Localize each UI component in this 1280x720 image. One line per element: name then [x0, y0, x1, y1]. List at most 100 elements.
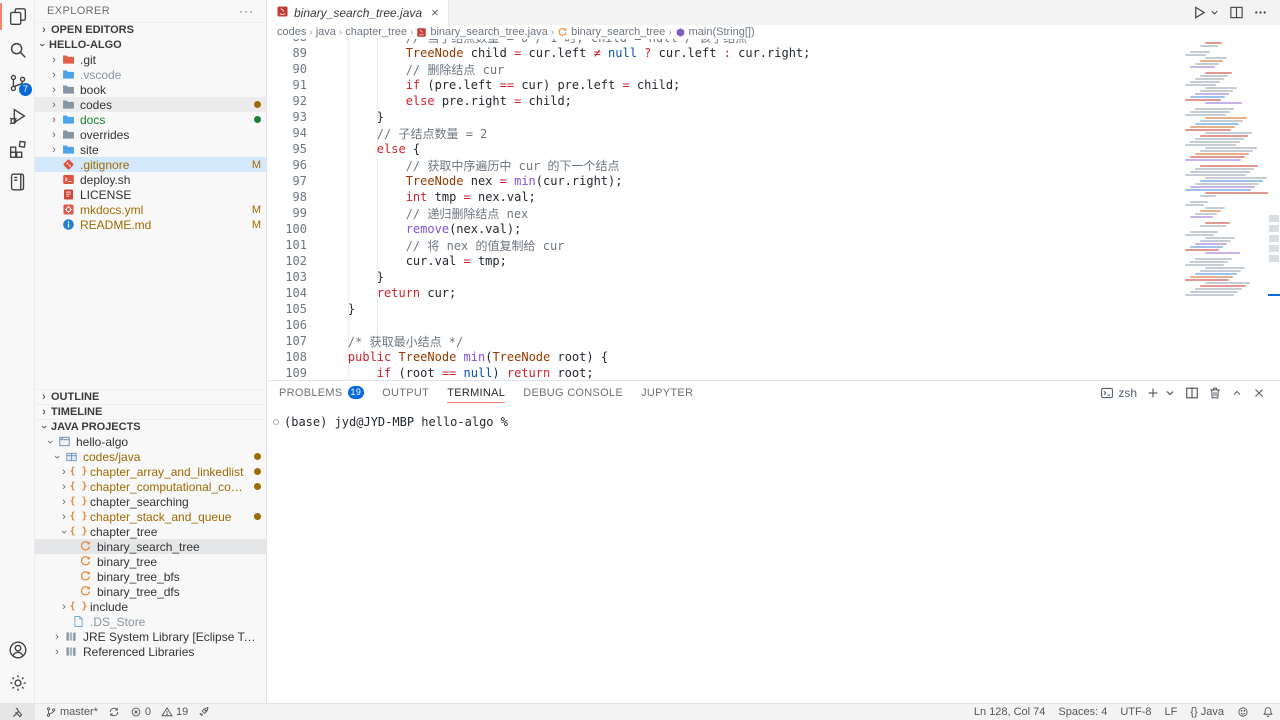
split-editor-button[interactable]	[1229, 5, 1244, 20]
code-text: // 递归删除结点 nex	[319, 205, 528, 222]
activity-bar-settings[interactable]	[0, 666, 35, 699]
outline-header[interactable]: › OUTLINE	[35, 389, 266, 404]
split-terminal-button[interactable]	[1185, 386, 1199, 400]
maximize-panel-button[interactable]	[1231, 387, 1243, 399]
status-label: LF	[1165, 706, 1178, 718]
java-item-hello-algo[interactable]: ›hello-algo	[35, 434, 266, 449]
status-branch[interactable]: master*	[45, 706, 98, 718]
breadcrumb-binary-search-tree[interactable]: binary_search_tree	[557, 26, 665, 38]
run-dropdown-button[interactable]	[1209, 7, 1220, 18]
file--vscode[interactable]: ›.vscode	[35, 67, 266, 82]
breadcrumb-codes[interactable]: codes	[277, 26, 306, 38]
open-editors-header[interactable]: › OPEN EDITORS	[35, 22, 266, 37]
panel-tab-output[interactable]: OUTPUT	[382, 381, 429, 404]
status-feedback[interactable]	[1237, 706, 1249, 718]
close-panel-button[interactable]	[1252, 386, 1266, 400]
class-icon	[78, 540, 93, 554]
java-item-include[interactable]: ›{ }include	[35, 599, 266, 614]
panel-tab-terminal[interactable]: TERMINAL	[447, 381, 505, 404]
line-number: 94	[267, 126, 307, 140]
java-item-chapter-searching[interactable]: ›{ }chapter_searching	[35, 494, 266, 509]
breadcrumb-java[interactable]: java	[316, 26, 336, 38]
more-actions-icon[interactable]: ···	[239, 4, 254, 18]
line-number: 108	[267, 350, 307, 364]
line-number: 88	[267, 39, 307, 44]
java-item-binary-search-tree[interactable]: binary_search_tree	[35, 539, 266, 554]
file-docs[interactable]: ›docs	[35, 112, 266, 127]
file-mkdocs-yml[interactable]: mkdocs.ymlM	[35, 202, 266, 217]
java-item-chapter-stack-and-queue[interactable]: ›{ }chapter_stack_and_queue	[35, 509, 266, 524]
activity-bar-explorer[interactable]	[0, 0, 35, 33]
activity-bar-account[interactable]	[0, 633, 35, 666]
status-notifications[interactable]	[1262, 706, 1274, 718]
file-codes[interactable]: ›codes	[35, 97, 266, 112]
status-language[interactable]: {} Java	[1190, 706, 1224, 718]
panel-tab-label: JUPYTER	[641, 387, 693, 399]
terminal-shell-selector[interactable]: zsh	[1100, 386, 1137, 400]
status-warnings[interactable]: 19	[161, 706, 188, 718]
java-item-chapter-computational-complexity[interactable]: ›{ }chapter_computational_complexity	[35, 479, 266, 494]
breadcrumb-separator: ›	[551, 27, 554, 38]
panel-tab-jupyter[interactable]: JUPYTER	[641, 381, 693, 404]
breadcrumb-main-string-[interactable]: main(String[])	[675, 26, 755, 38]
file--gitignore[interactable]: .gitignoreM	[35, 157, 266, 172]
status-java-mode[interactable]	[198, 706, 210, 718]
java-item-binary-tree[interactable]: binary_tree	[35, 554, 266, 569]
timeline-header[interactable]: › TIMELINE	[35, 404, 266, 419]
modified-dot-badge	[254, 468, 261, 475]
file--git[interactable]: ›.git	[35, 52, 266, 67]
project-root-header[interactable]: › HELLO-ALGO	[35, 37, 266, 52]
terminal-dropdown-button[interactable]	[1164, 387, 1176, 399]
panel-tab-problems[interactable]: PROBLEMS19	[279, 381, 364, 404]
java-item-chapter-tree[interactable]: ›{ }chapter_tree	[35, 524, 266, 539]
java-item-binary-tree-bfs[interactable]: binary_tree_bfs	[35, 569, 266, 584]
chevron-right-icon: ›	[47, 84, 61, 96]
file-site[interactable]: ›site	[35, 142, 266, 157]
panel-tab-debug-console[interactable]: DEBUG CONSOLE	[523, 381, 623, 404]
java-item-chapter-array-and-linkedlist[interactable]: ›{ }chapter_array_and_linkedlist	[35, 464, 266, 479]
status-encoding[interactable]: UTF-8	[1120, 706, 1151, 718]
java-item-binary-tree-dfs[interactable]: binary_tree_dfs	[35, 584, 266, 599]
java-item-referenced-libraries[interactable]: ›Referenced Libraries	[35, 644, 266, 659]
sidebar-title: EXPLORER	[47, 5, 110, 17]
build-tools-indicator[interactable]	[0, 704, 35, 720]
activity-bar-notebook[interactable]	[0, 165, 35, 198]
code-text: // 当子结点数量 = 0 / 1 时, child = null / 该子结点	[319, 39, 747, 46]
line-number: 103	[267, 270, 307, 284]
breadcrumb-chapter-tree[interactable]: chapter_tree	[345, 26, 407, 38]
status-sync[interactable]	[108, 706, 120, 718]
more-actions-button[interactable]	[1253, 5, 1268, 20]
activity-bar-run-debug[interactable]	[0, 99, 35, 132]
code-text: // 子结点数量 = 2	[319, 125, 487, 142]
breadcrumb-label: binary_search_tree	[571, 26, 665, 38]
activity-bar-search[interactable]	[0, 33, 35, 66]
close-icon[interactable]: ×	[431, 5, 439, 20]
status-errors[interactable]: 0	[130, 706, 151, 718]
terminal-content[interactable]: (base) jyd@JYD-MBP hello-algo %	[273, 415, 1280, 429]
activity-bar-extensions[interactable]	[0, 132, 35, 165]
file-readme-md[interactable]: README.mdM	[35, 217, 266, 232]
java-item-jre-system-library-eclipse-temurin-17-17-[interactable]: ›JRE System Library [Eclipse Temurin 17 …	[35, 629, 266, 644]
minimap[interactable]	[1185, 39, 1268, 380]
gear-icon	[7, 672, 29, 694]
tab-binary-search-tree-java[interactable]: binary_search_tree.java ×	[267, 0, 449, 25]
status-indentation[interactable]: Spaces: 4	[1058, 706, 1107, 718]
file-license[interactable]: LICENSE	[35, 187, 266, 202]
java-projects-header[interactable]: › JAVA PROJECTS	[35, 419, 266, 434]
file-book[interactable]: ›book	[35, 82, 266, 97]
new-terminal-button[interactable]	[1146, 386, 1160, 400]
run-button[interactable]	[1192, 5, 1207, 20]
kill-terminal-button[interactable]	[1208, 386, 1222, 400]
java-item--ds-store[interactable]: .DS_Store	[35, 614, 266, 629]
file-overrides[interactable]: ›overrides	[35, 127, 266, 142]
file-deploy-sh[interactable]: deploy.sh	[35, 172, 266, 187]
java-item-codes-java[interactable]: ›codes/java	[35, 449, 266, 464]
breadcrumb-binary-search-tree-java[interactable]: binary_search_tree.java	[416, 26, 547, 38]
bell-icon	[1262, 706, 1274, 718]
library-icon	[64, 645, 79, 659]
status-cursor-position[interactable]: Ln 128, Col 74	[974, 706, 1046, 718]
code-editor[interactable]: 88 // 当子结点数量 = 0 / 1 时, child = null / 该…	[267, 39, 1185, 380]
item-label: chapter_tree	[90, 525, 261, 539]
status-eol[interactable]: LF	[1165, 706, 1178, 718]
activity-bar-source-control[interactable]: 7	[0, 66, 35, 99]
